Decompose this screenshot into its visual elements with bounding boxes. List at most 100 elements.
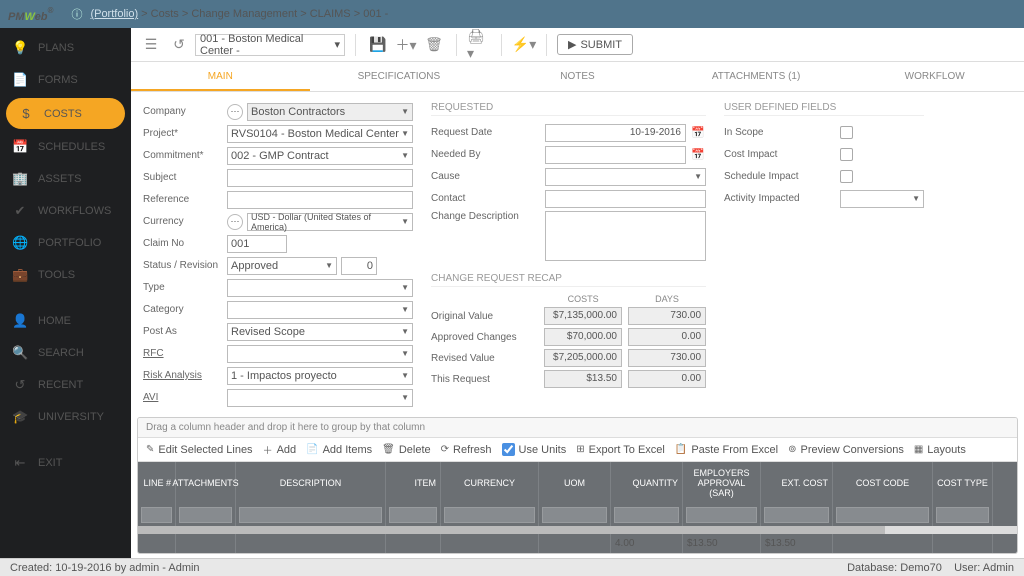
sidebar-item-label: FORMS <box>38 74 78 86</box>
toolbar: ☰ ↺ 001 - Boston Medical Center -▾ 💾 ＋▾ … <box>131 28 1024 62</box>
submit-button[interactable]: ▶ SUBMIT <box>557 34 633 55</box>
currency-field[interactable]: USD - Dollar (United States of America)▼ <box>247 213 413 231</box>
use-units-checkbox[interactable]: Use Units <box>502 443 567 456</box>
export-excel-button[interactable]: ⊞Export To Excel <box>576 444 665 456</box>
status-created: Created: 10-19-2016 by admin - Admin <box>10 562 200 574</box>
sidebar-icon: 👤 <box>12 313 28 329</box>
tab-attachments-[interactable]: ATTACHMENTS (1) <box>667 62 846 91</box>
tab-main[interactable]: MAIN <box>131 62 310 91</box>
company-picker-icon[interactable]: ⋯ <box>227 104 243 120</box>
sidebar-item-costs[interactable]: $COSTS <box>6 98 125 129</box>
sidebar-item-label: TOOLS <box>38 269 75 281</box>
needed-by-field[interactable] <box>545 146 686 164</box>
calendar-icon[interactable]: 📅 <box>690 148 706 161</box>
sidebar-icon: 📅 <box>12 139 28 155</box>
info-icon[interactable]: ⓘ <box>71 6 82 22</box>
form-area: Company⋯Boston Contractors▼ Project*RVS0… <box>131 92 1024 417</box>
sidebar-item-schedules[interactable]: 📅SCHEDULES <box>0 131 131 163</box>
sidebar-item-university[interactable]: 🎓UNIVERSITY <box>0 401 131 433</box>
grid-toolbar: ✎ Edit Selected Lines ＋Add 📄Add Items 🗑D… <box>138 438 1017 462</box>
sidebar-item-forms[interactable]: 📄FORMS <box>0 64 131 96</box>
rev-days: 730.00 <box>628 349 706 367</box>
add-items-button[interactable]: 📄Add Items <box>306 444 372 456</box>
save-icon[interactable]: 💾 <box>366 33 390 57</box>
delete-button[interactable]: 🗑Delete <box>382 444 431 456</box>
refresh-button[interactable]: ⟳Refresh <box>441 444 492 456</box>
recap-header: CHANGE REQUEST RECAP <box>431 273 706 287</box>
currency-picker-icon[interactable]: ⋯ <box>227 214 243 230</box>
project-selector[interactable]: 001 - Boston Medical Center -▾ <box>195 34 345 56</box>
sidebar: 💡PLANS📄FORMS$COSTS📅SCHEDULES 🏢 ASSETS ✔WORK… <box>0 28 131 558</box>
history-icon[interactable]: ↺ <box>167 33 191 57</box>
project-field[interactable]: RVS0104 - Boston Medical Center▼ <box>227 125 413 143</box>
orig-cost: $7,135,000.00 <box>544 307 622 325</box>
commitment-field[interactable]: 002 - GMP Contract▼ <box>227 147 413 165</box>
sidebar-icon: 🔍 <box>12 345 28 361</box>
tab-workflow[interactable]: WORKFLOW <box>845 62 1024 91</box>
sidebar-icon: 💡 <box>12 40 28 56</box>
schedimpact-checkbox[interactable] <box>840 170 853 183</box>
delete-icon[interactable]: 🗑 <box>422 33 446 57</box>
sidebar-icon: 🏢 <box>12 171 28 187</box>
grid-group-bar[interactable]: Drag a column header and drop it here to… <box>138 418 1017 438</box>
sidebar-item-recent[interactable]: ↺RECENT <box>0 369 131 401</box>
status-db: Database: Demo70 <box>847 562 942 574</box>
sidebar-item-label: ASSETS <box>38 173 81 185</box>
preview-button[interactable]: ⊚Preview Conversions <box>788 444 904 456</box>
grid-header: LINE #ATTACHMENTSDESCRIPTIONITEMCURRENCY… <box>138 462 1017 504</box>
edit-lines-button[interactable]: ✎ Edit Selected Lines <box>146 444 253 456</box>
grid: Drag a column header and drop it here to… <box>137 417 1018 554</box>
claimno-field[interactable]: 001 <box>227 235 287 253</box>
request-date-field[interactable]: 10-19-2016 <box>545 124 686 142</box>
sidebar-item-workflows[interactable]: ✔WORKFLOWS <box>0 195 131 227</box>
status-field[interactable]: Approved▼ <box>227 257 337 275</box>
list-icon[interactable]: ☰ <box>139 33 163 57</box>
add-button[interactable]: ＋Add <box>263 442 297 457</box>
sidebar-icon: ⇤ <box>12 455 28 471</box>
logo: PMWeb® <box>8 4 53 25</box>
change-description-field[interactable] <box>545 211 706 261</box>
grid-h-scrollbar[interactable] <box>138 526 1017 534</box>
print-icon[interactable]: 🖨▾ <box>467 33 491 57</box>
layouts-button[interactable]: ▦Layouts <box>914 444 966 456</box>
tab-notes[interactable]: NOTES <box>488 62 667 91</box>
inscope-checkbox[interactable] <box>840 126 853 139</box>
costimpact-checkbox[interactable] <box>840 148 853 161</box>
tab-bar: MAINSPECIFICATIONSNOTESATTACHMENTS (1)WO… <box>131 62 1024 92</box>
sidebar-item-search[interactable]: 🔍SEARCH <box>0 337 131 369</box>
sidebar-icon: 🎓 <box>12 409 28 425</box>
sidebar-item-assets[interactable]: 🏢 ASSETS <box>0 163 131 195</box>
sidebar-icon: 💼 <box>12 267 28 283</box>
subject-field[interactable] <box>227 169 413 187</box>
orig-days: 730.00 <box>628 307 706 325</box>
risk-field[interactable]: 1 - Impactos proyecto▼ <box>227 367 413 385</box>
sidebar-item-portfolio[interactable]: 🌐PORTFOLIO <box>0 227 131 259</box>
tab-specifications[interactable]: SPECIFICATIONS <box>310 62 489 91</box>
reference-field[interactable] <box>227 191 413 209</box>
revision-field[interactable]: 0 <box>341 257 377 275</box>
sidebar-item-home[interactable]: 👤HOME <box>0 305 131 337</box>
sidebar-item-plans[interactable]: 💡PLANS <box>0 32 131 64</box>
contact-field[interactable] <box>545 190 706 208</box>
breadcrumb: (Portfolio) > Costs > Change Management … <box>90 8 388 20</box>
avi-field[interactable]: ▼ <box>227 389 413 407</box>
cause-field[interactable]: ▼ <box>545 168 706 186</box>
crumb-portfolio[interactable]: (Portfolio) <box>90 8 138 20</box>
sidebar-item-exit[interactable]: ⇤EXIT <box>0 447 131 479</box>
activity-field[interactable]: ▼ <box>840 190 924 208</box>
this-days: 0.00 <box>628 370 706 388</box>
category-field[interactable]: ▼ <box>227 301 413 319</box>
company-field[interactable]: Boston Contractors▼ <box>247 103 413 121</box>
sidebar-item-label: WORKFLOWS <box>38 205 111 217</box>
calendar-icon[interactable]: 📅 <box>690 126 706 139</box>
add-icon[interactable]: ＋▾ <box>394 33 418 57</box>
action-icon[interactable]: ⚡▾ <box>512 33 536 57</box>
udf-header: USER DEFINED FIELDS <box>724 102 924 116</box>
postas-field[interactable]: Revised Scope▼ <box>227 323 413 341</box>
paste-excel-button[interactable]: 📋Paste From Excel <box>675 444 778 456</box>
type-field[interactable]: ▼ <box>227 279 413 297</box>
sidebar-item-tools[interactable]: 💼 TOOLS <box>0 259 131 291</box>
sidebar-item-label: PORTFOLIO <box>38 237 101 249</box>
rfc-field[interactable]: ▼ <box>227 345 413 363</box>
grid-filter-row[interactable] <box>138 504 1017 526</box>
